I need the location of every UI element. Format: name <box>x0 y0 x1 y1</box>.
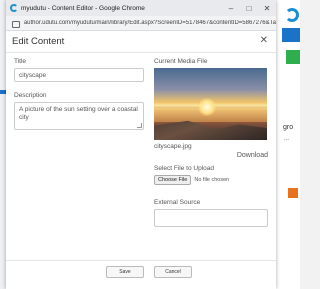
media-preview-image <box>154 68 267 140</box>
sun-glow <box>198 98 216 116</box>
edit-content-dialog: Edit Content ✕ Title cityscape Descripti… <box>6 30 276 289</box>
left-column: Title cityscape Description A picture of… <box>14 58 144 130</box>
cancel-button[interactable]: Cancel <box>154 266 192 278</box>
udutu-app-icon <box>10 4 18 12</box>
external-source-label: External Source <box>154 199 201 206</box>
current-media-label: Current Media File <box>154 58 208 65</box>
lock-icon <box>12 20 20 28</box>
minimize-icon[interactable]: – <box>222 4 240 13</box>
no-file-text: No file chosen <box>194 177 230 183</box>
title-input[interactable]: cityscape <box>14 68 144 82</box>
address-bar[interactable]: author.udutu.com/myudutu/main/library/Ed… <box>6 16 276 31</box>
title-label: Title <box>14 58 27 65</box>
background-app <box>276 0 300 289</box>
dialog-title: Edit Content <box>12 35 65 47</box>
background-blue-tile <box>282 28 300 42</box>
resize-handle-icon[interactable] <box>137 123 142 128</box>
description-text: A picture of the sun setting over a coas… <box>19 106 138 121</box>
close-icon[interactable]: ✕ <box>260 35 268 46</box>
background-green-tile <box>286 50 300 64</box>
window-title: myudutu - Content Editor - Google Chrome <box>21 4 145 12</box>
udutu-logo-icon <box>285 8 299 22</box>
window-titlebar: myudutu - Content Editor - Google Chrome… <box>6 0 276 16</box>
background-text: gro <box>283 124 294 131</box>
external-source-input[interactable] <box>154 209 268 227</box>
background-orange-tile <box>288 188 298 198</box>
dialog-header: Edit Content <box>6 30 276 53</box>
description-textarea[interactable]: A picture of the sun setting over a coas… <box>14 102 144 130</box>
media-filename: cityscape.jpg <box>154 143 192 150</box>
maximize-icon[interactable]: □ <box>240 4 258 13</box>
choose-file-button[interactable]: Choose File <box>154 175 192 185</box>
url-text[interactable]: author.udutu.com/myudutu/main/library/Ed… <box>24 20 276 26</box>
description-label: Description <box>14 92 47 99</box>
upload-label: Select File to Upload <box>154 165 214 172</box>
close-window-icon[interactable]: ✕ <box>258 4 276 13</box>
download-link[interactable]: Download <box>154 152 268 159</box>
chrome-window: myudutu - Content Editor - Google Chrome… <box>6 0 276 289</box>
right-column: Current Media File cityscape.jpg Downloa… <box>154 58 268 227</box>
file-upload-field: Choose File No file chosen <box>154 175 268 185</box>
save-button[interactable]: Save <box>106 266 144 278</box>
dialog-footer-divider <box>6 260 276 261</box>
background-text-2: ... <box>284 136 290 142</box>
